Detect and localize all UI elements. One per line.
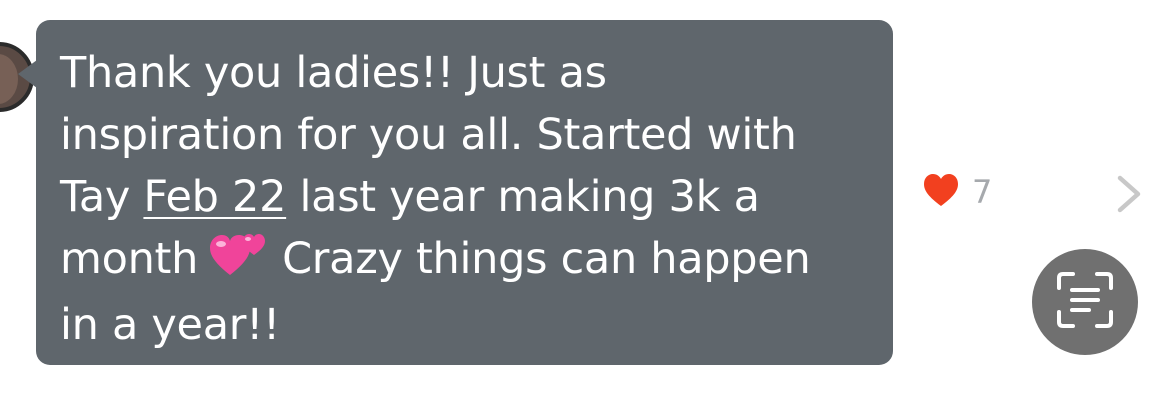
message-line: Thank you ladies!! Just as bbox=[60, 48, 607, 98]
two-hearts-icon bbox=[208, 229, 268, 294]
message-fragment: last year making 3k a bbox=[286, 172, 760, 222]
message-fragment: month bbox=[60, 234, 199, 284]
message-fragment: Crazy things can happen bbox=[282, 234, 811, 284]
text-scan-icon bbox=[1055, 270, 1115, 334]
message-text: Thank you ladies!! Just as inspiration f… bbox=[60, 42, 873, 356]
text-scan-button[interactable] bbox=[1032, 249, 1138, 355]
message-bubble[interactable]: Thank you ladies!! Just as inspiration f… bbox=[36, 20, 893, 365]
message-line: Tay Feb 22 last year making 3k a bbox=[60, 166, 873, 228]
message-line: in a year!! bbox=[60, 300, 280, 350]
reaction[interactable]: 7 bbox=[922, 170, 992, 214]
date-link[interactable]: Feb 22 bbox=[143, 172, 286, 222]
bubble-tail bbox=[18, 60, 37, 88]
heart-icon[interactable] bbox=[922, 172, 960, 212]
message-line: month Crazy things can happen bbox=[60, 228, 873, 294]
chevron-right-icon[interactable] bbox=[1114, 174, 1144, 218]
message-fragment: Tay bbox=[60, 172, 144, 222]
message-line: inspiration for you all. Started with bbox=[60, 110, 797, 160]
reaction-count: 7 bbox=[972, 173, 993, 211]
